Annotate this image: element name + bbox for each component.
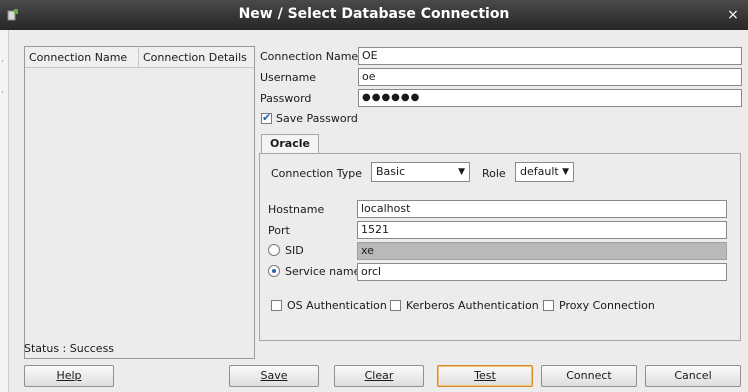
service-name-label[interactable]: Service name: [285, 265, 360, 278]
edge-marker-icon: ·: [1, 88, 4, 98]
radio-selected-dot: [272, 269, 276, 273]
column-divider: [138, 47, 139, 67]
save-button[interactable]: Save: [229, 365, 319, 387]
clear-button[interactable]: Clear: [334, 365, 424, 387]
kerberos-authentication-checkbox[interactable]: [390, 300, 401, 311]
chevron-down-icon: ▼: [562, 167, 569, 177]
port-input[interactable]: 1521: [357, 221, 727, 239]
clear-button-label: Clear: [364, 369, 394, 382]
help-button[interactable]: Help: [24, 365, 114, 387]
connection-type-label: Connection Type: [271, 167, 363, 180]
username-label: Username: [260, 71, 316, 84]
username-label-text: Username: [260, 71, 317, 84]
chevron-down-icon: ▼: [458, 167, 465, 177]
connections-table-header: Connection Name Connection Details: [25, 47, 254, 68]
dialog-body: Connection Name Connection Details Statu…: [9, 30, 748, 392]
tab-oracle[interactable]: Oracle: [261, 134, 319, 154]
status-text: Status : Success: [24, 342, 115, 355]
username-input[interactable]: oe: [358, 68, 742, 86]
edge-marker-icon: ·: [1, 57, 4, 67]
connection-type-select[interactable]: Basic ▼: [371, 162, 470, 182]
sid-input: xe: [357, 242, 727, 260]
close-icon[interactable]: ×: [726, 7, 740, 23]
role-value: default: [520, 165, 559, 178]
connect-button-label: Connect: [566, 369, 612, 382]
proxy-connection-checkbox[interactable]: [543, 300, 554, 311]
help-button-label: Help: [56, 369, 82, 382]
proxy-connection-label[interactable]: Proxy Connection: [559, 299, 655, 312]
connection-type-value: Basic: [376, 165, 406, 178]
test-button-label: Test: [474, 369, 496, 382]
window-title: New / Select Database Connection: [238, 6, 510, 22]
hostname-label: Hostname: [268, 203, 325, 216]
password-label: Password: [260, 92, 311, 105]
role-select[interactable]: default ▼: [515, 162, 574, 182]
connection-name-input[interactable]: OE: [358, 47, 742, 65]
checkmark-icon: ✔: [262, 111, 272, 124]
parent-window-edge: · ·: [0, 30, 9, 392]
connection-name-label-text: Connection Name: [260, 50, 359, 63]
title-bar: New / Select Database Connection ×: [0, 0, 748, 30]
hostname-input[interactable]: localhost: [357, 200, 727, 218]
os-authentication-label[interactable]: OS Authentication: [287, 299, 387, 312]
connections-table[interactable]: Connection Name Connection Details: [24, 46, 255, 359]
role-label: Role: [482, 167, 506, 180]
save-password-label[interactable]: Save Password: [276, 112, 358, 125]
cancel-button[interactable]: Cancel: [645, 365, 741, 387]
connect-button[interactable]: Connect: [541, 365, 637, 387]
service-name-input[interactable]: orcl: [357, 263, 727, 281]
cancel-button-label: Cancel: [674, 369, 712, 382]
password-input[interactable]: ●●●●●●: [358, 89, 742, 107]
column-header-connection-name[interactable]: Connection Name: [29, 51, 127, 64]
kerberos-authentication-label[interactable]: Kerberos Authentication: [406, 299, 539, 312]
connection-name-label: Connection Name: [260, 50, 358, 63]
column-header-connection-details[interactable]: Connection Details: [143, 51, 247, 64]
test-button[interactable]: Test: [437, 365, 533, 387]
os-authentication-checkbox[interactable]: [271, 300, 282, 311]
port-label: Port: [268, 224, 290, 237]
service-name-radio[interactable]: [268, 265, 280, 277]
sid-radio[interactable]: [268, 244, 280, 256]
password-label-text: Password: [260, 92, 312, 105]
save-password-checkbox[interactable]: ✔: [261, 111, 272, 124]
save-button-label: Save: [260, 369, 288, 382]
sid-label[interactable]: SID: [285, 244, 304, 257]
